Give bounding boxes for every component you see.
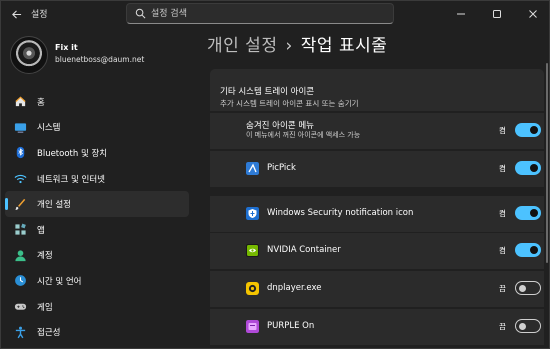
dnplayer-icon [246, 282, 259, 295]
toggle-state-label: 켬 [499, 246, 506, 255]
apps-icon [13, 223, 27, 237]
user-name: Fix it [55, 43, 78, 52]
sidebar-item-bluetooth[interactable]: Bluetooth 및 장치 [5, 140, 189, 166]
taskbar-settings-content: 기타 시스템 트레이 아이콘 추가 시스템 트레이 아이콘 표시 또는 숨기기 … [210, 69, 544, 348]
back-arrow-icon [11, 9, 21, 19]
toggle-switch[interactable] [515, 243, 541, 257]
toggle-state-label: 끔 [499, 284, 506, 293]
sidebar-item-label: 접근성 [37, 328, 61, 339]
row-label: dnplayer.exe [267, 283, 322, 293]
close-icon [529, 10, 537, 18]
search-input[interactable] [151, 4, 381, 23]
tray-row-hidden-icon-menu: 숨겨진 아이콘 메뉴 이 메뉴에서 꺼진 아이콘에 액세스 가능 켬 [210, 113, 544, 149]
avatar[interactable] [10, 36, 48, 74]
tray-row-purple-on: PURPLE On 끔 [210, 309, 544, 345]
minimize-button[interactable] [443, 1, 479, 27]
sidebar-item-apps[interactable]: 앱 [5, 217, 189, 243]
sidebar-item-label: 홈 [37, 97, 45, 108]
sidebar-item-label: 개인 설정 [37, 200, 71, 211]
row-label: PURPLE On [267, 321, 315, 331]
sidebar-item-label: 네트워크 및 인터넷 [37, 174, 105, 185]
toggle-switch[interactable] [515, 123, 541, 137]
picpick-icon [246, 162, 259, 175]
row-description: 이 메뉴에서 꺼진 아이콘에 액세스 가능 [246, 131, 361, 139]
section-subtitle: 추가 시스템 트레이 아이콘 표시 또는 숨기기 [220, 99, 359, 108]
tray-row-picpick: PicPick 켬 [210, 151, 544, 187]
toggle-state-label: 끔 [499, 322, 506, 331]
toggle-switch[interactable] [515, 206, 541, 220]
tray-row-windows-security: Windows Security notification icon 켬 [210, 196, 544, 232]
maximize-icon [493, 10, 501, 18]
breadcrumb-current: 작업 표시줄 [300, 36, 388, 56]
sidebar-nav: 홈 시스템 Bluetooth 및 장치 네트워크 및 인터넷 개인 설정 앱 … [5, 89, 189, 345]
gaming-icon [13, 300, 27, 314]
sidebar-item-accounts[interactable]: 계정 [5, 243, 189, 269]
sidebar-item-label: Bluetooth 및 장치 [37, 148, 108, 159]
nvidia-icon [246, 244, 259, 257]
time-language-icon [13, 274, 27, 288]
system-icon [13, 120, 27, 134]
personalization-icon [13, 197, 27, 211]
sidebar-item-label: 앱 [37, 225, 45, 236]
minimize-icon [457, 13, 465, 15]
page-title: 개인 설정 › 작업 표시줄 [207, 31, 387, 56]
settings-window: 설정 Fix it bluenetboss@daum.net 홈 [0, 0, 550, 349]
close-button[interactable] [515, 1, 549, 27]
vertical-scrollbar[interactable] [546, 63, 548, 263]
title-bar: 설정 [1, 1, 549, 27]
search-icon [135, 8, 146, 19]
sidebar-item-gaming[interactable]: 게임 [5, 294, 189, 320]
sidebar-item-label: 게임 [37, 302, 53, 313]
sidebar-item-time-language[interactable]: 시간 및 언어 [5, 268, 189, 294]
purple-icon [246, 320, 259, 333]
toggle-switch[interactable] [515, 319, 541, 333]
row-label: Windows Security notification icon [267, 208, 414, 218]
account-icon [13, 248, 27, 262]
sidebar-item-label: 시스템 [37, 123, 61, 134]
row-label: NVIDIA Container [267, 245, 341, 255]
sidebar-item-personalization[interactable]: 개인 설정 [5, 191, 189, 217]
search-box[interactable] [126, 3, 394, 24]
maximize-button[interactable] [479, 1, 515, 27]
back-button[interactable] [7, 5, 25, 23]
toggle-state-label: 켬 [499, 126, 506, 135]
breadcrumb-separator: › [285, 36, 293, 56]
toggle-switch[interactable] [515, 161, 541, 175]
window-controls [443, 1, 549, 27]
windows-security-icon [246, 207, 259, 220]
sidebar-item-home[interactable]: 홈 [5, 89, 189, 115]
app-title: 설정 [31, 10, 48, 20]
sidebar-item-network[interactable]: 네트워크 및 인터넷 [5, 166, 189, 192]
sidebar-item-system[interactable]: 시스템 [5, 115, 189, 141]
sidebar-item-accessibility[interactable]: 접근성 [5, 319, 189, 345]
breadcrumb-parent[interactable]: 개인 설정 [207, 36, 277, 56]
toggle-state-label: 켬 [499, 164, 506, 173]
sidebar-item-label: 계정 [37, 251, 53, 262]
toggle-state-label: 켬 [499, 209, 506, 218]
bluetooth-icon [13, 146, 27, 160]
row-label: PicPick [267, 163, 296, 173]
tray-row-nvidia-container: NVIDIA Container 켬 [210, 233, 544, 269]
section-header[interactable]: 기타 시스템 트레이 아이콘 추가 시스템 트레이 아이콘 표시 또는 숨기기 [210, 69, 544, 111]
toggle-switch[interactable] [515, 281, 541, 295]
network-icon [13, 172, 27, 186]
section-title: 기타 시스템 트레이 아이콘 [220, 87, 315, 97]
tray-row-dnplayer: dnplayer.exe 끔 [210, 271, 544, 307]
accessibility-icon [13, 325, 27, 339]
sidebar-item-label: 시간 및 언어 [37, 276, 82, 287]
home-icon [13, 95, 27, 109]
user-email: bluenetboss@daum.net [55, 55, 145, 64]
